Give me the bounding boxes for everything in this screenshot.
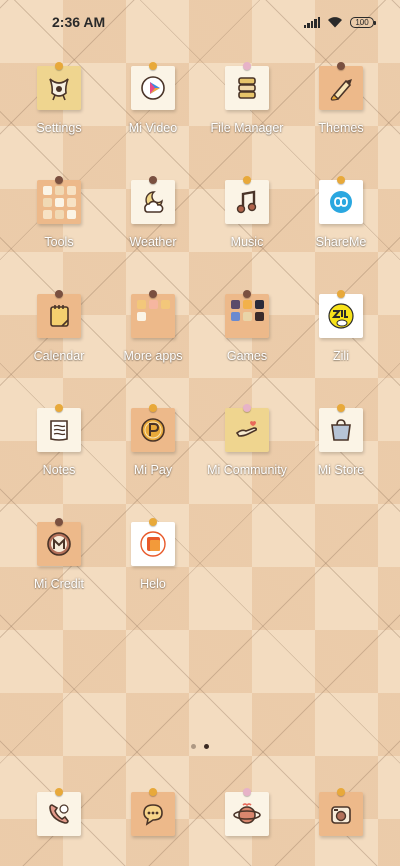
folder-preview bbox=[136, 299, 170, 333]
games-folder-icon bbox=[225, 290, 269, 338]
mi-store-icon bbox=[319, 404, 363, 452]
music-icon bbox=[225, 176, 269, 224]
page-dot[interactable] bbox=[191, 744, 196, 749]
folder-preview bbox=[42, 185, 76, 219]
signal-icon bbox=[303, 16, 320, 28]
app-label: Helo bbox=[140, 577, 166, 591]
mi-pay-icon bbox=[131, 404, 175, 452]
camera-icon bbox=[319, 788, 363, 836]
app-mi-community[interactable]: Mi Community bbox=[200, 402, 294, 516]
app-label: Tools bbox=[44, 235, 74, 249]
page-dot-active[interactable] bbox=[204, 744, 209, 749]
app-mi-store[interactable]: Mi Store bbox=[294, 402, 388, 516]
calendar-icon bbox=[37, 290, 81, 338]
phone-icon bbox=[37, 788, 81, 836]
app-helo[interactable]: Helo bbox=[106, 516, 200, 630]
app-label: File Manager bbox=[210, 121, 284, 135]
helo-icon bbox=[131, 518, 175, 566]
weather-icon bbox=[131, 176, 175, 224]
app-calendar[interactable]: Calendar bbox=[12, 288, 106, 402]
app-label: Calendar bbox=[33, 349, 85, 363]
dock-phone[interactable] bbox=[12, 786, 106, 846]
dock bbox=[12, 786, 388, 846]
app-file-manager[interactable]: File Manager bbox=[200, 60, 294, 174]
mi-video-icon bbox=[131, 62, 175, 110]
app-label: Games bbox=[226, 349, 268, 363]
status-icons: 100 bbox=[303, 16, 376, 28]
app-label: Mi Community bbox=[207, 463, 287, 477]
notes-icon bbox=[37, 404, 81, 452]
app-label: Mi Video bbox=[128, 121, 178, 135]
app-mi-credit[interactable]: Mi Credit bbox=[12, 516, 106, 630]
app-label: Mi Credit bbox=[33, 577, 84, 591]
app-notes[interactable]: Notes bbox=[12, 402, 106, 516]
dock-camera[interactable] bbox=[294, 786, 388, 846]
app-label: Zili bbox=[333, 349, 349, 363]
app-zili[interactable]: Zili bbox=[294, 288, 388, 402]
status-time: 2:36 AM bbox=[52, 14, 106, 30]
page-indicator bbox=[0, 744, 400, 749]
app-more-apps-folder[interactable]: More apps bbox=[106, 288, 200, 402]
folder-preview bbox=[230, 299, 264, 333]
shareme-icon bbox=[319, 176, 363, 224]
app-label: Notes bbox=[42, 463, 76, 477]
app-mi-pay[interactable]: Mi Pay bbox=[106, 402, 200, 516]
app-label: Settings bbox=[36, 121, 82, 135]
app-label: ShareMe bbox=[315, 235, 367, 249]
app-music[interactable]: Music bbox=[200, 174, 294, 288]
app-label: Mi Pay bbox=[133, 463, 173, 477]
app-label: Music bbox=[230, 235, 264, 249]
settings-icon bbox=[37, 62, 81, 110]
wifi-icon bbox=[328, 17, 342, 28]
more-apps-folder-icon bbox=[131, 290, 175, 338]
tools-folder-icon bbox=[37, 176, 81, 224]
app-settings[interactable]: Settings bbox=[12, 60, 106, 174]
messages-icon bbox=[131, 788, 175, 836]
app-shareme[interactable]: ShareMe bbox=[294, 174, 388, 288]
app-themes[interactable]: Themes bbox=[294, 60, 388, 174]
zili-icon bbox=[319, 290, 363, 338]
app-grid: Settings Mi Video File Manager Themes To… bbox=[12, 60, 388, 630]
app-label: Weather bbox=[129, 235, 177, 249]
app-games-folder[interactable]: Games bbox=[200, 288, 294, 402]
browser-icon bbox=[225, 788, 269, 836]
themes-icon bbox=[319, 62, 363, 110]
mi-community-icon bbox=[225, 404, 269, 452]
app-label: Themes bbox=[318, 121, 364, 135]
mi-credit-icon bbox=[37, 518, 81, 566]
app-weather[interactable]: Weather bbox=[106, 174, 200, 288]
app-mi-video[interactable]: Mi Video bbox=[106, 60, 200, 174]
file-manager-icon bbox=[225, 62, 269, 110]
app-label: More apps bbox=[123, 349, 183, 363]
app-label: Mi Store bbox=[317, 463, 365, 477]
app-tools-folder[interactable]: Tools bbox=[12, 174, 106, 288]
status-bar: 2:36 AM 100 bbox=[0, 0, 400, 44]
dock-messages[interactable] bbox=[106, 786, 200, 846]
dock-browser[interactable] bbox=[200, 786, 294, 846]
battery-icon: 100 bbox=[350, 16, 376, 28]
